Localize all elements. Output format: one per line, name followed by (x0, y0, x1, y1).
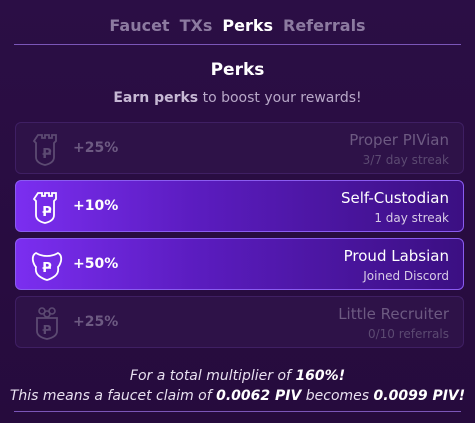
summary-claim-prefix: This means a faucet claim of (9, 388, 217, 404)
group-badge-icon: P (36, 307, 58, 340)
perk-name: Proud Labsian (343, 247, 449, 265)
total-multiplier-value: 160%! (295, 368, 346, 384)
subtitle-text: to boost your rewards! (198, 90, 362, 106)
perk-card-little-recruiter[interactable]: P +25% Little Recruiter 0/10 referrals (15, 296, 464, 348)
castle-badge-icon: P (32, 192, 57, 224)
perk-card-proper-pivian[interactable]: P +25% Proper PIVian 3/7 day streak (15, 122, 464, 174)
tab-faucet[interactable]: Faucet (109, 16, 169, 35)
tab-perks[interactable]: Perks (222, 16, 273, 35)
perk-card-proud-labsian[interactable]: P +50% Proud Labsian Joined Discord (15, 238, 464, 290)
summary-claim-mid: becomes (301, 388, 374, 404)
perk-detail: 0/10 referrals (367, 327, 449, 341)
page-title: Perks (210, 60, 265, 80)
boosted-claim-amount: 0.0099 PIV! (373, 388, 466, 404)
subtitle-emphasis: Earn perks (113, 90, 199, 106)
summary-prefix: For a total multiplier of (129, 368, 296, 384)
castle-badge-icon: P (32, 134, 57, 166)
tab-divider (14, 44, 461, 45)
bottom-divider (14, 411, 461, 412)
perk-name: Self-Custodian (340, 189, 449, 207)
tab-referrals[interactable]: Referrals (283, 16, 366, 35)
page-subtitle: Earn perks to boost your rewards! (0, 90, 475, 106)
perk-detail: Joined Discord (363, 269, 449, 283)
perks-panel: Faucet TXs Perks Referrals Perks Earn pe… (0, 0, 475, 423)
tab-txs[interactable]: TXs (180, 16, 213, 35)
perk-name: Little Recruiter (338, 305, 449, 323)
crest-badge-icon: P (31, 251, 63, 281)
perk-detail: 3/7 day streak (362, 153, 449, 167)
perk-bonus: +10% (73, 198, 119, 214)
perk-card-self-custodian[interactable]: P +10% Self-Custodian 1 day streak (15, 180, 464, 232)
perk-bonus: +25% (73, 140, 119, 156)
claim-conversion-text: This means a faucet claim of 0.0062 PIV … (0, 388, 475, 404)
perk-bonus: +50% (73, 256, 119, 272)
perk-detail: 1 day streak (374, 211, 449, 225)
tab-bar: Faucet TXs Perks Referrals (0, 0, 475, 46)
perk-name: Proper PIVian (349, 131, 449, 149)
base-claim-amount: 0.0062 PIV (216, 388, 302, 404)
perk-bonus: +25% (73, 314, 119, 330)
total-multiplier-text: For a total multiplier of 160%! (0, 368, 475, 384)
